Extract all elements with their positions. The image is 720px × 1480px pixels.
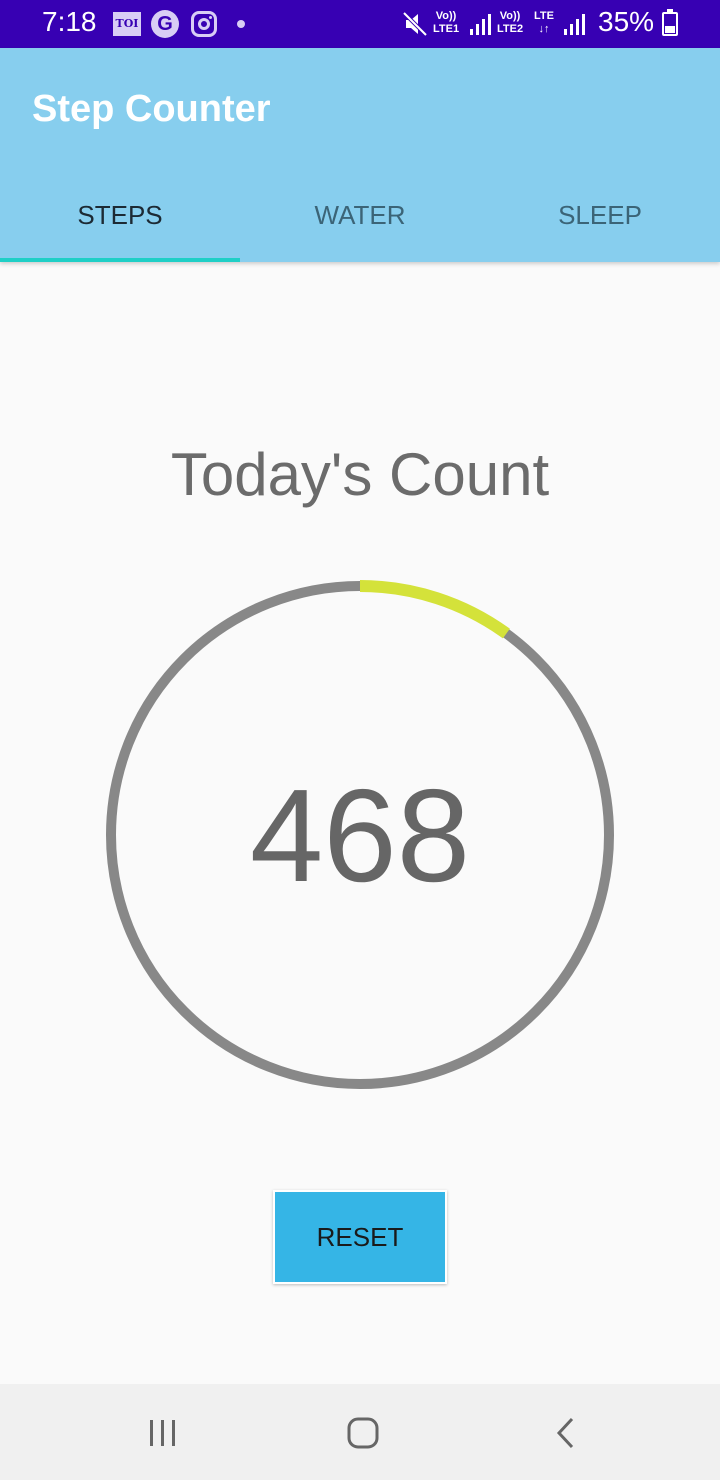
step-count-value: 468 <box>249 762 471 909</box>
notification-dot-icon <box>237 20 245 28</box>
page-title: Today's Count <box>170 441 550 508</box>
app-bar: Step Counter STEPS WATER SLEEP <box>0 48 720 262</box>
app-title: Step Counter <box>32 88 271 130</box>
toi-app-icon: TOI <box>113 12 141 36</box>
status-time: 7:18 <box>42 6 97 37</box>
lte-data-label: LTE ↓↑ <box>534 10 554 35</box>
signal-strength-icon <box>470 14 491 35</box>
tab-water[interactable]: WATER <box>240 168 480 262</box>
battery-percent: 35% <box>598 6 655 37</box>
progress-ring-arc <box>359 580 510 639</box>
home-icon[interactable] <box>346 1416 380 1450</box>
tab-bar: STEPS WATER SLEEP <box>0 168 720 262</box>
reset-button[interactable]: RESET <box>273 1190 447 1284</box>
back-icon[interactable] <box>550 1416 584 1450</box>
recents-icon[interactable] <box>146 1416 180 1450</box>
battery-icon <box>662 9 678 36</box>
tab-indicator <box>0 258 240 262</box>
sim1-volte-label: Vo)) LTE1 <box>433 10 460 35</box>
system-nav-bar <box>0 1384 720 1480</box>
status-bar: 7:18 TOI G Vo)) LTE1 Vo)) LTE2 LTE ↓↑ 35… <box>0 0 720 48</box>
tab-sleep[interactable]: SLEEP <box>480 168 720 262</box>
signal-strength-icon <box>564 14 585 35</box>
mute-icon <box>402 11 428 37</box>
sim2-volte-label: Vo)) LTE2 <box>497 10 524 35</box>
instagram-icon <box>191 11 217 37</box>
tab-steps[interactable]: STEPS <box>0 168 240 262</box>
google-icon: G <box>151 10 179 38</box>
